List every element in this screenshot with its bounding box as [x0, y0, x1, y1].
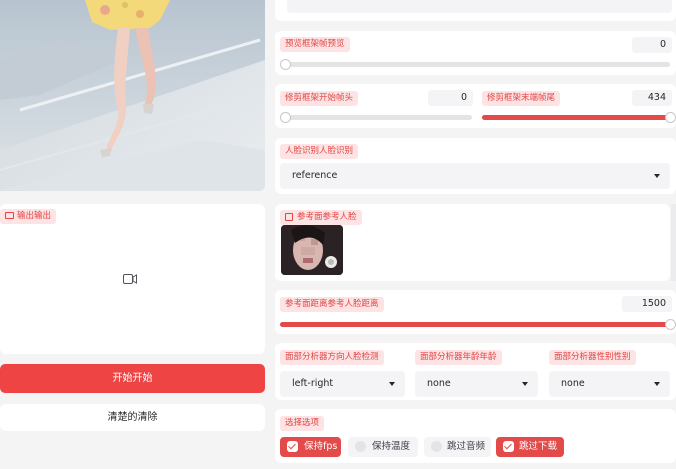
age-select[interactable]: none	[415, 371, 538, 397]
preview-frame-slider[interactable]	[285, 62, 670, 67]
face-distance-value[interactable]: 1500	[622, 296, 672, 312]
option-keep-temp[interactable]: 保持温度	[348, 437, 418, 457]
face-distance-fill	[280, 322, 670, 327]
face-distance-slider[interactable]	[280, 322, 670, 327]
option-keep-fps[interactable]: 保持fps	[280, 437, 341, 457]
option-keep-fps-label: 保持fps	[304, 441, 338, 452]
reference-face-scrollbar[interactable]	[671, 204, 676, 281]
trim-start-slider[interactable]	[285, 115, 472, 120]
option-skip-download[interactable]: 跳过下载	[496, 437, 564, 457]
face-recognition-select[interactable]: reference	[280, 163, 670, 189]
trim-end-slider[interactable]	[482, 115, 670, 120]
trim-panel: 修剪框架开始帧头 0 修剪框架末端帧尾 434	[275, 84, 676, 128]
top-panel	[275, 0, 676, 21]
option-skip-audio-label: 跳过音频	[447, 441, 486, 452]
preview-frame-value[interactable]: 0	[632, 37, 672, 53]
reference-face-panel: 参考面参考人脸	[275, 204, 670, 281]
gender-select[interactable]: none	[549, 371, 670, 397]
trim-start-handle[interactable]	[279, 112, 291, 123]
checkbox-icon	[503, 441, 514, 452]
top-input-strip	[287, 0, 672, 13]
face-distance-label: 参考面距离参考人脸距离	[280, 297, 384, 312]
gender-value: none	[561, 378, 585, 389]
trim-end-value[interactable]: 434	[632, 90, 672, 106]
checkbox-icon	[355, 441, 366, 452]
option-skip-audio[interactable]: 跳过音频	[424, 437, 491, 457]
trim-end-fill	[482, 115, 670, 120]
video-icon	[5, 212, 14, 219]
preview-image	[0, 0, 265, 191]
face-recognition-label: 人脸识别人脸识别	[280, 144, 359, 159]
clear-button-label: 清楚的清除	[107, 412, 158, 423]
chevron-down-icon	[522, 382, 528, 386]
options-label: 选择选项	[280, 416, 325, 431]
chevron-down-icon	[654, 382, 660, 386]
direction-value: left-right	[292, 378, 334, 389]
age-label: 面部分析器年龄年龄	[415, 350, 502, 365]
reference-face-thumbnail[interactable]	[281, 225, 343, 275]
age-value: none	[427, 378, 451, 389]
chevron-down-icon	[654, 174, 660, 178]
reference-face-label: 参考面参考人脸	[280, 210, 362, 225]
output-panel: 输出输出	[0, 204, 265, 354]
preview-frame-label: 预览框架帧预览	[280, 37, 350, 52]
clear-button[interactable]: 清楚的清除	[0, 404, 265, 431]
direction-select[interactable]: left-right	[280, 371, 405, 397]
option-keep-temp-label: 保持温度	[372, 441, 411, 452]
face-recognition-value: reference	[292, 170, 338, 181]
chevron-down-icon	[389, 382, 395, 386]
option-skip-download-label: 跳过下载	[519, 441, 558, 452]
video-placeholder-icon	[123, 274, 137, 284]
start-button-label: 开始开始	[112, 373, 153, 384]
preview-image-art	[0, 0, 265, 191]
face-distance-panel: 参考面距离参考人脸距离 1500	[275, 290, 676, 334]
reference-face-art	[281, 225, 343, 275]
analysis-panel: 面部分析器方向人脸检测 left-right 面部分析器年龄年龄 none 面部…	[275, 343, 676, 400]
start-button[interactable]: 开始开始	[0, 364, 265, 393]
preview-frame-panel: 预览框架帧预览 0	[275, 31, 676, 75]
image-icon	[285, 212, 293, 221]
gender-label: 面部分析器性别性别	[549, 350, 636, 365]
checkbox-icon	[287, 441, 298, 452]
options-panel: 选择选项 保持fps 保持温度 跳过音频 跳过下载	[275, 409, 676, 463]
checkbox-icon	[431, 441, 442, 452]
trim-start-value[interactable]: 0	[428, 90, 473, 106]
preview-frame-handle[interactable]	[279, 59, 291, 70]
trim-start-label: 修剪框架开始帧头	[280, 91, 359, 106]
output-label: 输出输出	[0, 209, 57, 224]
trim-end-label: 修剪框架末端帧尾	[482, 91, 561, 106]
direction-label: 面部分析器方向人脸检测	[280, 350, 384, 365]
trim-end-handle[interactable]	[664, 112, 676, 123]
face-recognition-panel: 人脸识别人脸识别 reference	[275, 138, 676, 194]
face-distance-handle[interactable]	[664, 319, 676, 330]
